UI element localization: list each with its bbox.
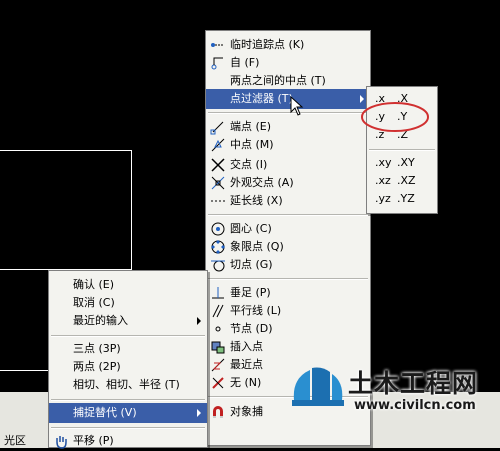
osnap-icon	[213, 406, 223, 418]
nearest-icon	[211, 358, 225, 372]
menu-item-tangent[interactable]: 切点 (G)	[206, 255, 370, 275]
context-item-pan[interactable]: 平移 (P)	[49, 431, 207, 451]
watermark-url: www.civilcn.com	[354, 398, 476, 413]
context-item-ttr[interactable]: 相切、相切、半径 (T)	[49, 375, 207, 395]
menu-item-temp-track[interactable]: 临时追踪点 (K)	[206, 35, 370, 55]
context-item-cancel[interactable]: 取消 (C)	[49, 293, 207, 313]
watermark-logo: 土木工程网 www.civilcn.com	[288, 360, 500, 420]
extension-icon	[211, 200, 225, 202]
menu-item-center[interactable]: 圆心 (C)	[206, 219, 370, 239]
menu-item-point-filters[interactable]: 点过滤器 (T)	[206, 89, 370, 109]
drawing-rectangle	[0, 150, 132, 270]
menu-item-apparent-intersection[interactable]: 外观交点 (A)	[206, 173, 370, 193]
menu-item-quadrant[interactable]: 象限点 (Q)	[206, 237, 370, 257]
submenu-arrow-icon	[197, 317, 201, 325]
context-item-2p[interactable]: 两点 (2P)	[49, 357, 207, 377]
menu-item-midpoint[interactable]: 中点 (M)	[206, 135, 370, 155]
apparent-intersect-icon	[211, 176, 225, 190]
from-icon	[211, 57, 223, 70]
watermark-brand: 土木工程网	[348, 369, 479, 398]
context-item-recent-input[interactable]: 最近的输入	[49, 311, 207, 331]
center-icon	[211, 222, 225, 236]
filter-item-yz[interactable]: .yz .YZ	[367, 189, 437, 209]
context-item-snap-override[interactable]: 捕捉替代 (V)	[49, 403, 207, 423]
menu-item-mid-between-points[interactable]: 两点之间的中点 (T)	[206, 71, 370, 91]
menu-item-intersection[interactable]: 交点 (I)	[206, 155, 370, 175]
highlight-ellipse	[361, 102, 429, 132]
endpoint-icon	[210, 121, 224, 135]
mouse-cursor-icon	[290, 96, 304, 116]
command-line-text: 光区	[4, 434, 26, 447]
intersection-icon	[211, 158, 225, 172]
submenu-arrow-icon	[197, 409, 201, 417]
menu-item-endpoint[interactable]: 端点 (E)	[206, 117, 370, 137]
menu-item-extension[interactable]: 延长线 (X)	[206, 191, 370, 211]
menu-item-perpendicular[interactable]: 垂足 (P)	[206, 283, 370, 303]
parallel-icon	[212, 304, 224, 318]
insert-icon	[211, 341, 225, 354]
menu-item-node[interactable]: 节点 (D)	[206, 319, 370, 339]
filter-item-xz[interactable]: .xz .XZ	[367, 171, 437, 191]
quadrant-icon	[211, 240, 225, 254]
midpoint-icon	[211, 138, 225, 152]
menu-item-parallel[interactable]: 平行线 (L)	[206, 301, 370, 321]
temp-track-icon	[211, 43, 224, 47]
context-item-3p[interactable]: 三点 (3P)	[49, 339, 207, 359]
filter-item-xy[interactable]: .xy .XY	[367, 153, 437, 173]
menu-item-from[interactable]: 自 (F)	[206, 53, 370, 73]
tangent-icon	[211, 260, 225, 272]
node-icon	[215, 326, 221, 332]
context-menu: 确认 (E) 取消 (C) 最近的输入 三点 (3P) 两点 (2P) 相切、相…	[48, 270, 208, 451]
perpendicular-icon	[212, 287, 224, 299]
context-item-confirm[interactable]: 确认 (E)	[49, 275, 207, 295]
watermark-logo-icon	[292, 367, 344, 406]
pan-hand-icon	[56, 436, 67, 449]
menu-item-insert[interactable]: 插入点	[206, 337, 370, 357]
none-icon	[212, 377, 224, 389]
